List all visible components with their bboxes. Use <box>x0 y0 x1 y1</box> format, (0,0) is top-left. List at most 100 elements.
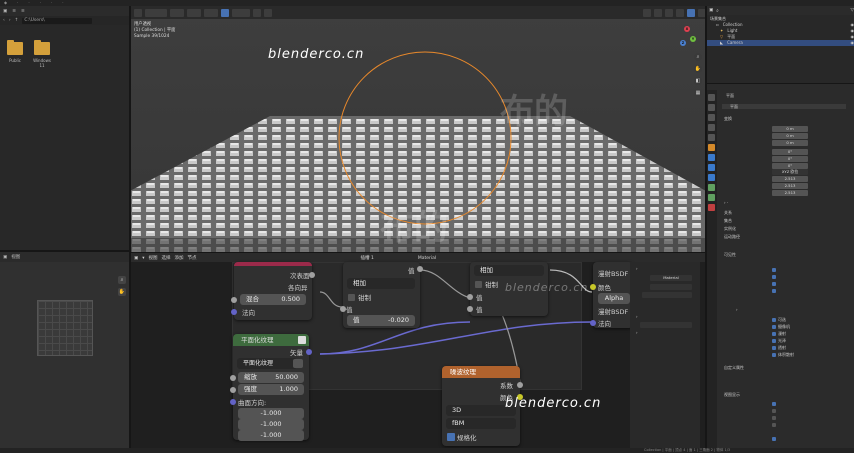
pan-icon[interactable]: ✋ <box>118 288 126 296</box>
mode-select[interactable] <box>145 8 167 17</box>
material-select[interactable]: Material <box>418 256 436 261</box>
vis-check[interactable] <box>772 346 776 350</box>
zoom-icon[interactable]: ⌕ <box>694 53 702 61</box>
direction-y-field[interactable]: -1.000 <box>238 419 304 430</box>
location-z[interactable]: 0 m <box>772 140 808 146</box>
data-tab-icon[interactable] <box>708 194 715 201</box>
editor-type-icon[interactable]: ▣ <box>709 8 713 13</box>
modifier-tab-icon[interactable] <box>708 154 715 161</box>
transform-orientation[interactable] <box>232 8 250 17</box>
scale-field[interactable]: 缩放 50.000 <box>238 372 304 383</box>
display-check[interactable] <box>772 402 776 406</box>
section-collections[interactable]: 集合 <box>724 218 732 223</box>
editor-type-icon[interactable]: ▣ <box>134 256 138 261</box>
direction-z-field[interactable]: -1.000 <box>238 430 304 441</box>
display-check[interactable] <box>772 409 776 413</box>
area-divider[interactable] <box>706 83 854 84</box>
add-menu[interactable]: 添加 <box>175 255 184 261</box>
search-icon[interactable]: ⌕ <box>716 8 719 14</box>
sidebar-field[interactable] <box>640 322 692 328</box>
node-menu[interactable]: 节点 <box>188 255 197 261</box>
input-socket[interactable] <box>231 309 237 315</box>
section-viewport-display[interactable]: 视图显示 <box>724 392 740 397</box>
view-menu[interactable] <box>170 8 184 17</box>
filter-icon[interactable]: ▽ <box>851 8 854 13</box>
perspective-toggle-icon[interactable]: ▦ <box>694 89 702 97</box>
camera-view-icon[interactable]: ◧ <box>694 77 702 85</box>
display-check[interactable] <box>772 423 776 427</box>
area-divider[interactable] <box>130 252 706 253</box>
object-name-field[interactable]: 平面 <box>722 104 846 109</box>
world-tab-icon[interactable] <box>708 134 715 141</box>
section-instancing[interactable]: 实例化 <box>724 226 736 231</box>
planar-group-select[interactable]: 平面化纹理 <box>237 358 297 369</box>
alpha-field[interactable]: Alpha <box>598 293 630 304</box>
input-socket[interactable] <box>590 284 596 290</box>
sidebar-item[interactable]: › <box>636 330 638 335</box>
input-socket[interactable] <box>230 399 236 405</box>
input-socket[interactable] <box>230 375 236 381</box>
checkbox[interactable] <box>772 275 776 279</box>
axis-z-icon[interactable]: Z <box>680 40 686 46</box>
display-check[interactable] <box>772 416 776 420</box>
math-op-select[interactable]: 相加 <box>347 278 415 289</box>
mix-factor-field[interactable]: 混合 0.500 <box>240 294 306 305</box>
physics-tab-icon[interactable] <box>708 174 715 181</box>
section-transform[interactable]: 变换 <box>724 116 732 121</box>
select-menu[interactable] <box>187 8 201 17</box>
pan-icon[interactable]: ✋ <box>694 65 702 73</box>
object-type-select[interactable]: ▾ <box>142 256 144 261</box>
checkbox[interactable] <box>772 289 776 293</box>
area-divider[interactable] <box>0 250 130 252</box>
output-tab-icon[interactable] <box>708 114 715 121</box>
select-menu[interactable]: 选择 <box>162 255 171 261</box>
display-check[interactable] <box>772 437 776 441</box>
overlay-icon[interactable] <box>643 8 651 17</box>
axis-y-icon[interactable]: Y <box>690 36 696 42</box>
direction-x-field[interactable]: -1.000 <box>238 408 304 419</box>
outliner-item[interactable]: ◣ Camera ◉ <box>706 40 854 46</box>
view-menu[interactable]: ≡ <box>12 9 16 14</box>
clamp-checkbox[interactable] <box>475 281 482 288</box>
scene-tab-icon[interactable] <box>708 124 715 131</box>
forward-icon[interactable]: › <box>9 18 11 23</box>
input-socket[interactable] <box>231 297 237 303</box>
folder-item[interactable]: Public <box>4 40 26 63</box>
output-socket[interactable] <box>306 349 312 355</box>
view-menu[interactable]: 视图 <box>11 254 20 260</box>
scale-y[interactable]: 2.513 <box>772 183 808 189</box>
tool-tab-icon[interactable] <box>708 94 715 101</box>
material-tab-icon[interactable] <box>708 204 715 211</box>
shading-rendered-icon[interactable] <box>687 8 695 17</box>
view-menu[interactable]: 视图 <box>149 255 158 261</box>
close-icon[interactable] <box>293 359 303 368</box>
zoom-icon[interactable]: ⌕ <box>118 276 126 284</box>
scale-z[interactable]: 2.513 <box>772 190 808 196</box>
path-field[interactable]: C:\Users\ <box>22 17 93 24</box>
object-tab-icon[interactable] <box>708 144 715 151</box>
input-socket[interactable] <box>590 320 596 326</box>
folder-item[interactable]: Windows 11 <box>31 40 53 68</box>
xray-icon[interactable] <box>654 8 662 17</box>
strength-field[interactable]: 强度 1.000 <box>238 384 304 395</box>
clamp-checkbox[interactable] <box>348 294 355 301</box>
select-box-tool-icon[interactable] <box>221 8 229 17</box>
vis-check[interactable] <box>772 325 776 329</box>
snap-icon[interactable] <box>253 8 261 17</box>
output-socket[interactable] <box>517 382 523 388</box>
slot-select[interactable]: 插槽 1 <box>361 255 374 261</box>
input-socket[interactable] <box>340 306 346 312</box>
select-menu[interactable]: ≡ <box>21 9 25 14</box>
checkbox[interactable] <box>772 268 776 272</box>
input-socket[interactable] <box>230 387 236 393</box>
math-value-field[interactable]: 值 -0.020 <box>347 315 415 326</box>
proportional-edit-icon[interactable] <box>264 8 272 17</box>
editor-type-icon[interactable]: ▣ <box>3 9 7 14</box>
output-socket[interactable] <box>417 266 423 272</box>
input-socket[interactable] <box>467 294 473 300</box>
parent-dir-icon[interactable]: ↑ <box>15 18 19 23</box>
rotation-y[interactable]: 0° <box>772 156 808 162</box>
vis-check[interactable] <box>772 332 776 336</box>
rotation-mode[interactable]: XYZ 欧拉 <box>772 169 808 175</box>
rotation-x[interactable]: 0° <box>772 149 808 155</box>
